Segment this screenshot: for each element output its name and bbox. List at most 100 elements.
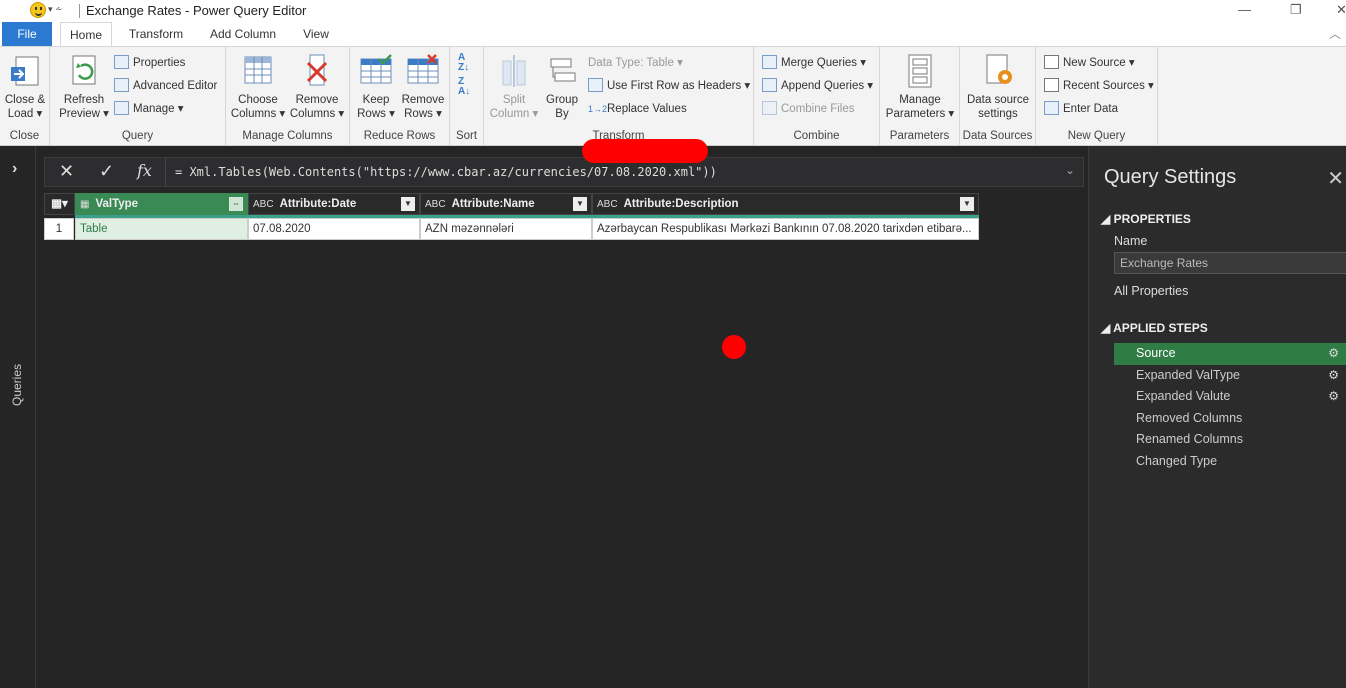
query-name-input[interactable]: Exchange Rates	[1114, 252, 1346, 274]
filter-dropdown-icon[interactable]: ▼	[573, 197, 587, 211]
tab-home[interactable]: Home	[60, 22, 112, 46]
close-load-label: Close &	[4, 94, 46, 106]
query-settings-pane: Query Settings ✕ ◢ PROPERTIES Name Excha…	[1088, 146, 1346, 688]
group-transform: Split Column ▾ Group By Data Type: Table…	[484, 47, 754, 145]
applied-steps-header[interactable]: ◢ APPLIED STEPS	[1101, 321, 1208, 335]
queries-pane[interactable]: › Queries	[0, 146, 36, 688]
data-source-settings-button[interactable]: Data source settings	[962, 53, 1034, 121]
step-item[interactable]: Expanded ValType ⚙	[1114, 365, 1346, 387]
recent-sources-button[interactable]: Recent Sources ▾	[1044, 77, 1154, 95]
table-cell[interactable]: AZN məzənnələri	[420, 218, 592, 240]
expand-formula-chevron-icon[interactable]: ⌄	[1065, 163, 1075, 177]
minimize-icon[interactable]: —	[1238, 2, 1251, 17]
append-queries-button[interactable]: Append Queries ▾	[762, 77, 873, 95]
properties-icon	[114, 55, 129, 69]
column-header-attribute-description[interactable]: ABC Attribute:Description ▼	[592, 193, 979, 215]
step-item[interactable]: Source ⚙	[1114, 343, 1346, 365]
choose-columns-label: Choose	[238, 94, 278, 106]
column-header-valtype[interactable]: ▦ ValType ⇔	[75, 193, 248, 215]
step-label: Changed Type	[1136, 453, 1218, 468]
filter-dropdown-icon[interactable]: ▼	[960, 197, 974, 211]
formula-bar: ✕ ✓ fx = Xml.Tables(Web.Contents("https:…	[44, 157, 1084, 187]
smiley-feedback-icon[interactable]	[30, 2, 46, 18]
properties-header[interactable]: ◢ PROPERTIES	[1101, 212, 1191, 226]
replace-values-icon: 1→2	[588, 104, 608, 114]
ribbon-tabs: File Home Transform Add Column View ︿	[0, 22, 1346, 46]
step-item[interactable]: Removed Columns	[1114, 408, 1346, 430]
data-type-dropdown[interactable]: Data Type: Table ▾	[588, 54, 683, 72]
group-data-sources-label: Data Sources	[962, 130, 1033, 142]
formula-input[interactable]: = Xml.Tables(Web.Contents("https://www.c…	[175, 165, 717, 179]
tab-add-column[interactable]: Add Column	[202, 22, 284, 46]
tab-file[interactable]: File	[2, 22, 52, 46]
filter-dropdown-icon[interactable]: ▼	[401, 197, 415, 211]
insert-function-icon[interactable]: fx	[137, 161, 152, 180]
close-window-icon[interactable]: ✕	[1336, 2, 1346, 18]
gear-icon[interactable]: ⚙	[1328, 386, 1339, 408]
remove-rows-button[interactable]: Remove Rows ▾	[398, 53, 448, 121]
use-first-row-as-headers-button[interactable]: Use First Row as Headers ▾	[588, 77, 750, 95]
combine-files-button[interactable]: Combine Files	[762, 100, 855, 118]
step-item[interactable]: Changed Type	[1114, 451, 1346, 473]
sort-ascending-icon[interactable]: A Z↓	[458, 53, 469, 73]
quick-access-dropdown-icon[interactable]: ▾ ⩪	[48, 4, 63, 15]
row-number: 1	[44, 218, 74, 240]
refresh-preview-button[interactable]: Refresh Preview ▾	[56, 53, 112, 121]
gear-icon[interactable]: ⚙	[1328, 343, 1339, 365]
manage-button[interactable]: Manage ▾	[114, 100, 184, 118]
split-column-button[interactable]: Split Column ▾	[488, 53, 540, 121]
table-cell[interactable]: Azərbaycan Respublikası Mərkəzi Bankının…	[592, 218, 979, 240]
merge-queries-button[interactable]: Merge Queries ▾	[762, 54, 866, 72]
column-header-attribute-date[interactable]: ABC Attribute:Date ▼	[248, 193, 420, 215]
collapse-ribbon-icon[interactable]: ︿	[1326, 22, 1344, 46]
red-cursor-dot	[722, 335, 746, 359]
manage-parameters-button[interactable]: Manage Parameters ▾	[884, 53, 956, 121]
step-label: Source	[1136, 346, 1176, 360]
advanced-editor-label: Advanced Editor	[133, 80, 218, 92]
enter-data-button[interactable]: Enter Data	[1044, 100, 1118, 118]
split-column-label: Split	[502, 94, 526, 106]
group-by-label: Group	[546, 94, 578, 106]
properties-header-label: PROPERTIES	[1113, 212, 1191, 226]
choose-columns-label-2: Columns ▾	[230, 108, 286, 120]
table-cell[interactable]: 07.08.2020	[248, 218, 420, 240]
table-cell[interactable]: Table	[75, 218, 248, 240]
new-source-button[interactable]: New Source ▾	[1044, 54, 1135, 72]
remove-columns-button[interactable]: Remove Columns ▾	[288, 53, 346, 121]
advanced-editor-button[interactable]: Advanced Editor	[114, 77, 217, 95]
column-name-valtype: ValType	[95, 198, 139, 210]
expand-queries-chevron-icon[interactable]: ›	[12, 160, 17, 178]
step-item[interactable]: Expanded Valute ⚙	[1114, 386, 1346, 408]
close-query-settings-icon[interactable]: ✕	[1327, 166, 1344, 191]
column-header-attribute-name[interactable]: ABC Attribute:Name ▼	[420, 193, 592, 215]
step-item[interactable]: Renamed Columns	[1114, 429, 1346, 451]
split-column-label-2: Column ▾	[489, 108, 539, 120]
gear-icon[interactable]: ⚙	[1328, 365, 1339, 387]
manage-parameters-label: Manage	[899, 94, 941, 106]
remove-rows-icon	[406, 53, 440, 89]
group-query-label: Query	[121, 130, 154, 142]
step-label: Expanded ValType	[1136, 367, 1241, 382]
choose-columns-button[interactable]: Choose Columns ▾	[230, 53, 286, 121]
tab-view[interactable]: View	[296, 22, 336, 46]
restore-icon[interactable]: ❐	[1290, 2, 1302, 18]
combine-files-icon	[762, 101, 777, 115]
expand-column-icon[interactable]: ⇔	[229, 197, 243, 211]
replace-values-button[interactable]: 1→2Replace Values	[588, 100, 687, 118]
confirm-formula-icon[interactable]: ✓	[99, 161, 114, 182]
column-name-attribute-name: Attribute:Name	[451, 198, 535, 210]
all-properties-link[interactable]: All Properties	[1114, 284, 1188, 298]
group-parameters-label: Parameters	[889, 130, 950, 142]
cancel-formula-icon[interactable]: ✕	[59, 161, 74, 182]
close-load-button[interactable]: Close & Load ▾	[2, 53, 48, 121]
sort-descending-icon[interactable]: Z A↓	[458, 77, 470, 97]
group-by-button[interactable]: Group By	[540, 53, 584, 121]
column-name-attribute-description: Attribute:Description	[623, 198, 739, 210]
properties-button[interactable]: Properties	[114, 54, 185, 72]
step-label: Removed Columns	[1136, 410, 1243, 425]
group-parameters: Manage Parameters ▾ Parameters	[880, 47, 960, 145]
manage-label: Manage ▾	[133, 103, 184, 115]
keep-rows-button[interactable]: Keep Rows ▾	[352, 53, 400, 121]
table-menu-icon[interactable]: ▦▾	[44, 193, 75, 215]
tab-transform[interactable]: Transform	[122, 22, 190, 46]
